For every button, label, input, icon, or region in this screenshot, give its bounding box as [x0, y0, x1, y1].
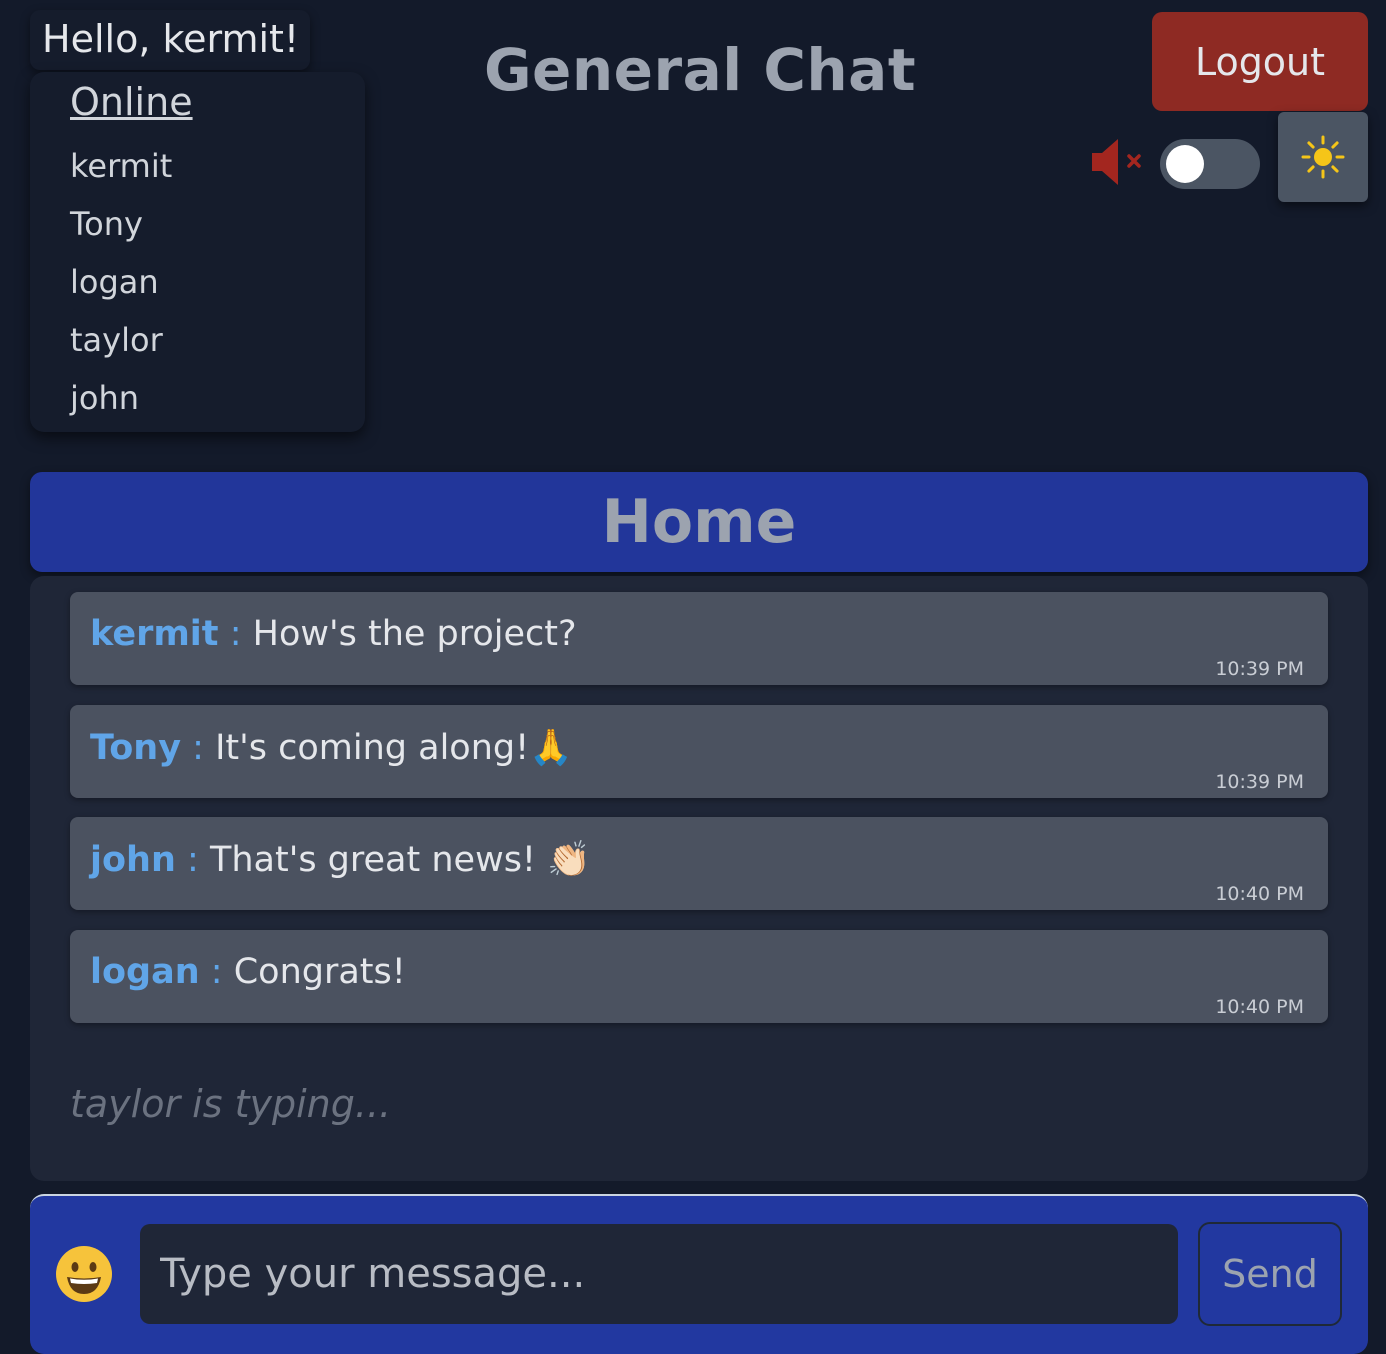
message-line: kermit : How's the project? [90, 614, 577, 654]
message-text: How's the project? [252, 614, 577, 654]
message-separator: : [210, 952, 223, 992]
message-timestamp: 10:40 PM [1215, 883, 1304, 905]
online-user: kermit [70, 147, 173, 185]
logout-button[interactable]: Logout [1152, 12, 1368, 111]
speaker-muted-icon[interactable] [1088, 136, 1148, 188]
typing-indicator: taylor is typing... [70, 1082, 392, 1126]
toggle-knob [1166, 145, 1204, 183]
message-username: logan [90, 952, 200, 992]
online-user: Tony [70, 205, 143, 243]
message-item: kermit : How's the project? 10:39 PM [70, 592, 1328, 685]
message-line: logan : Congrats! [90, 952, 406, 992]
message-item: john : That's great news! 👏🏻 10:40 PM [70, 817, 1328, 910]
send-button[interactable]: Send [1198, 1222, 1342, 1326]
message-timestamp: 10:40 PM [1215, 996, 1304, 1018]
message-list[interactable]: kermit : How's the project? 10:39 PM Ton… [30, 576, 1368, 1181]
message-username: john [90, 840, 176, 880]
message-item: Tony : It's coming along!🙏 10:39 PM [70, 705, 1328, 798]
message-separator: : [187, 840, 199, 880]
message-composer: Send [30, 1194, 1368, 1354]
sun-icon [1301, 135, 1345, 179]
emoji-picker-button[interactable] [54, 1244, 114, 1304]
room-title: Home [30, 472, 1368, 572]
message-text: It's coming along!🙏 [215, 728, 573, 768]
message-text: Congrats! [233, 952, 406, 992]
message-separator: : [192, 728, 204, 768]
message-username: kermit [90, 614, 219, 654]
message-input[interactable] [140, 1224, 1178, 1324]
sound-toggle[interactable] [1160, 139, 1260, 189]
theme-toggle-button[interactable] [1278, 112, 1368, 202]
message-item: logan : Congrats! 10:40 PM [70, 930, 1328, 1023]
online-users-panel: Online kermit Tony logan taylor john [30, 72, 365, 432]
online-user: logan [70, 263, 159, 301]
online-user: taylor [70, 321, 163, 359]
grinning-face-icon [56, 1246, 112, 1302]
online-user-list: kermit Tony logan taylor john [70, 144, 172, 434]
online-user: john [70, 379, 140, 417]
message-timestamp: 10:39 PM [1215, 771, 1304, 793]
message-separator: : [229, 614, 242, 654]
message-username: Tony [90, 728, 182, 768]
message-text: That's great news! 👏🏻 [209, 840, 591, 880]
message-line: john : That's great news! 👏🏻 [90, 839, 591, 880]
message-line: Tony : It's coming along!🙏 [90, 727, 573, 768]
message-timestamp: 10:39 PM [1215, 658, 1304, 680]
